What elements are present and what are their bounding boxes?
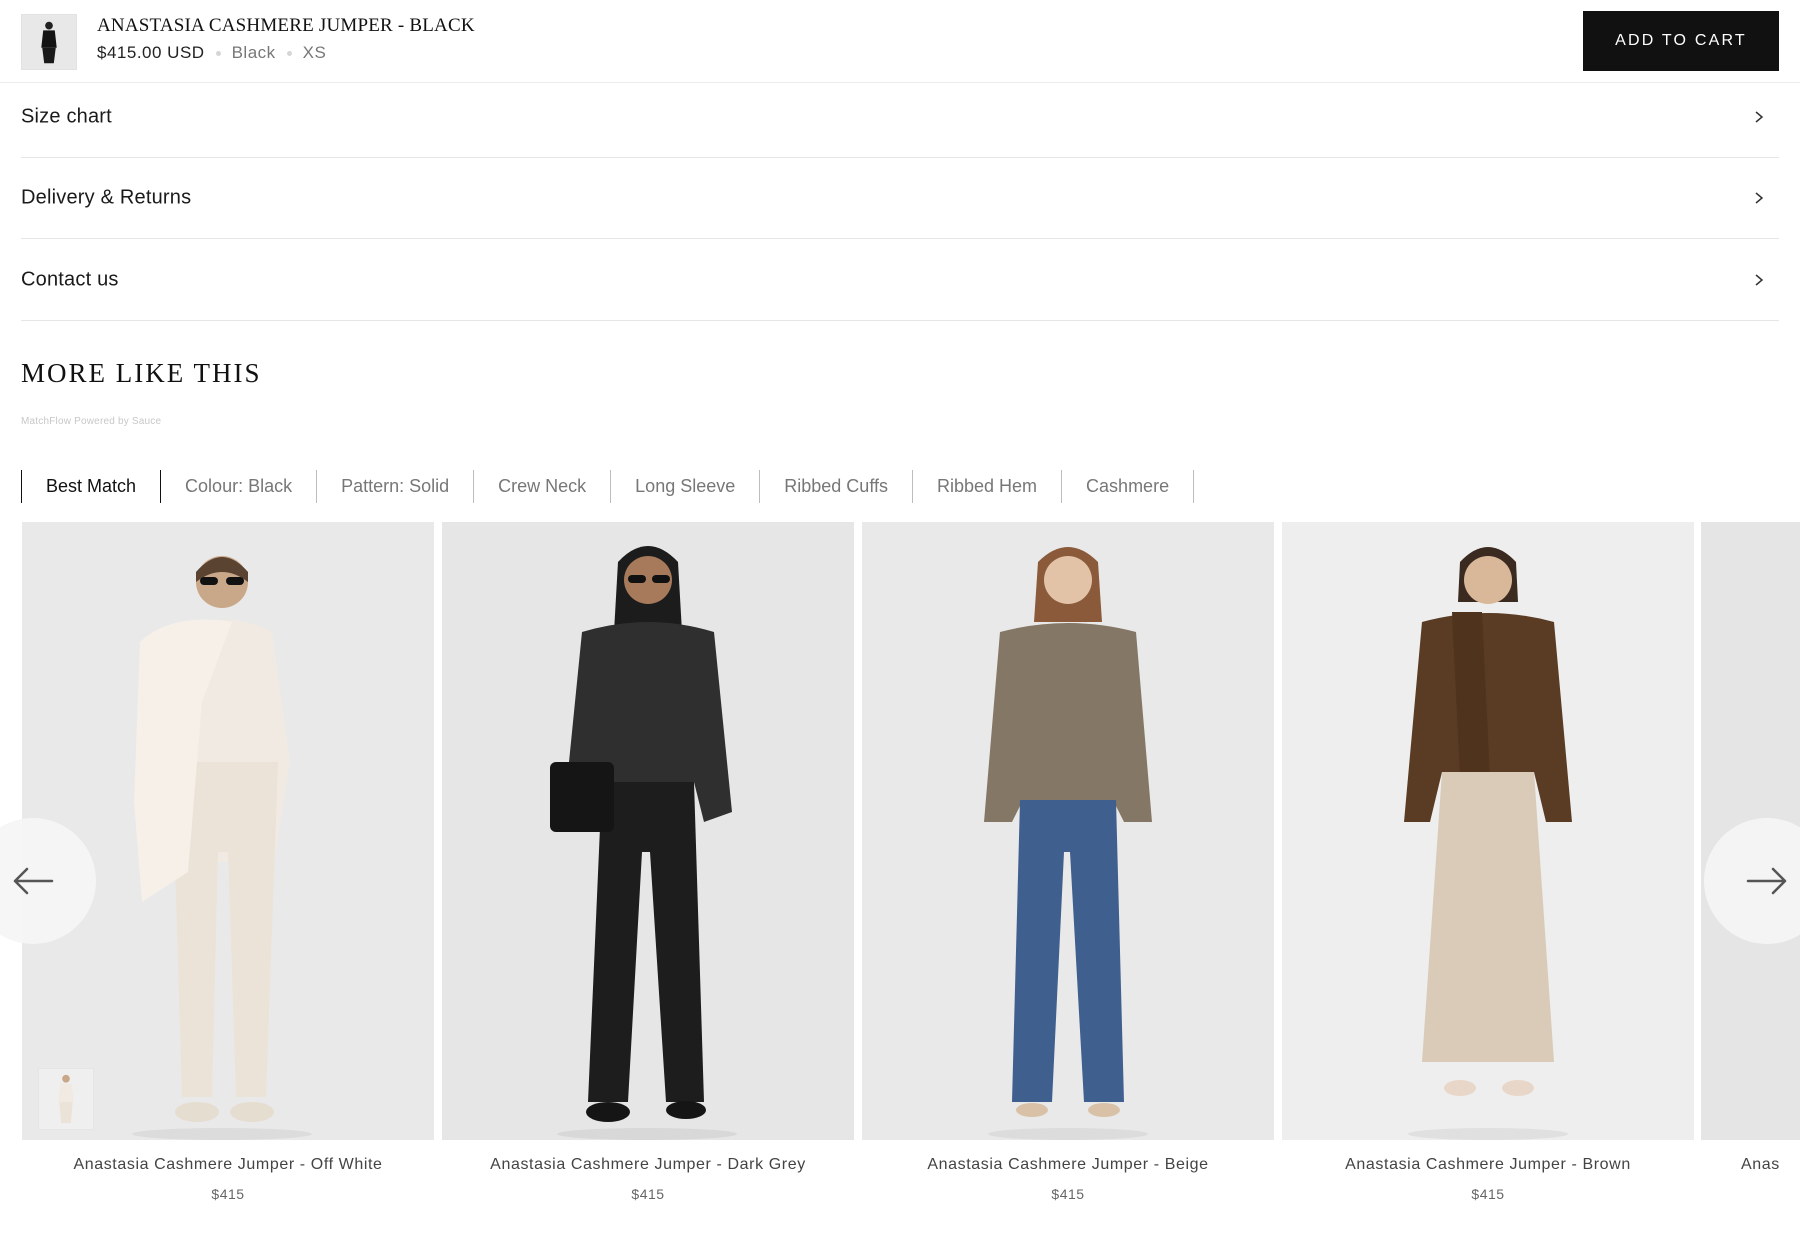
arrow-right-icon	[1746, 867, 1787, 895]
product-price: $415	[1471, 1186, 1505, 1202]
product-image[interactable]	[442, 522, 854, 1140]
product-price: $415.00 USD	[97, 43, 205, 62]
arrow-left-icon	[13, 867, 54, 895]
filter-pattern-solid[interactable]: Pattern: Solid	[317, 470, 475, 503]
product-name[interactable]: Anastasia Cashmere Jumper - Dark Grey	[442, 1156, 854, 1174]
product-carousel: Anastasia Cashmere Jumper - Off White $4…	[0, 522, 1800, 1234]
filter-ribbed-hem[interactable]: Ribbed Hem	[913, 470, 1063, 503]
product-image[interactable]	[862, 522, 1274, 1140]
accordion-label: Contact us	[21, 268, 119, 291]
accordion-delivery-returns[interactable]: Delivery & Returns	[21, 158, 1779, 239]
filter-best-match[interactable]: Best Match	[22, 470, 162, 503]
product-meta: $415.00 USD Black XS	[97, 43, 326, 63]
product-card[interactable]: Anastasia Cashmere Jumper - Dark Grey $4…	[442, 522, 854, 1234]
more-like-this-heading: MORE LIKE THIS	[21, 358, 262, 388]
accordion-label: Size chart	[21, 105, 112, 128]
accordion-size-chart[interactable]: Size chart	[21, 77, 1779, 158]
product-name[interactable]: Anastasia Cashmere Jumper - Off White	[22, 1156, 434, 1174]
add-to-cart-button[interactable]: ADD TO CART	[1583, 11, 1779, 71]
product-name[interactable]: Anas	[1741, 1156, 1800, 1174]
filter-chips: Best Match Colour: Black Pattern: Solid …	[21, 470, 1195, 503]
product-price: $415	[211, 1186, 245, 1202]
product-title: ANASTASIA CASHMERE JUMPER - BLACK	[97, 15, 475, 36]
filter-cashmere[interactable]: Cashmere	[1062, 470, 1195, 503]
accordion-label: Delivery & Returns	[21, 186, 192, 209]
filter-crew-neck[interactable]: Crew Neck	[474, 470, 612, 503]
product-card[interactable]: Anastasia Cashmere Jumper - Beige $415	[862, 522, 1274, 1234]
separator-dot	[286, 50, 292, 56]
model-image-beige	[862, 522, 1274, 1140]
model-image-brown	[1282, 522, 1694, 1140]
product-name[interactable]: Anastasia Cashmere Jumper - Brown	[1282, 1156, 1694, 1174]
product-price: $415	[1051, 1186, 1085, 1202]
model-image-off-white	[22, 522, 434, 1140]
filter-long-sleeve[interactable]: Long Sleeve	[611, 470, 761, 503]
alternate-view-image	[39, 1069, 93, 1129]
product-name[interactable]: Anastasia Cashmere Jumper - Beige	[862, 1156, 1274, 1174]
product-image[interactable]	[1282, 522, 1694, 1140]
chevron-right-icon	[1755, 111, 1764, 123]
filter-ribbed-cuffs[interactable]: Ribbed Cuffs	[760, 470, 913, 503]
alternate-view-thumbnail[interactable]	[38, 1068, 94, 1130]
product-color: Black	[231, 43, 276, 62]
product-card[interactable]: Anastasia Cashmere Jumper - Brown $415	[1282, 522, 1694, 1234]
powered-by-text: MatchFlow Powered by Sauce	[21, 416, 162, 427]
product-thumbnail[interactable]	[21, 14, 77, 70]
separator-dot	[215, 50, 221, 56]
product-image[interactable]	[22, 522, 434, 1140]
product-price: $415	[631, 1186, 665, 1202]
chevron-right-icon	[1755, 274, 1764, 286]
sticky-product-bar: ANASTASIA CASHMERE JUMPER - BLACK $415.0…	[0, 0, 1800, 83]
chevron-right-icon	[1755, 192, 1764, 204]
product-thumbnail-image	[22, 15, 76, 69]
filter-colour-black[interactable]: Colour: Black	[161, 470, 318, 503]
accordion-contact-us[interactable]: Contact us	[21, 240, 1779, 321]
product-size: XS	[302, 43, 327, 62]
model-image-dark-grey	[442, 522, 854, 1140]
